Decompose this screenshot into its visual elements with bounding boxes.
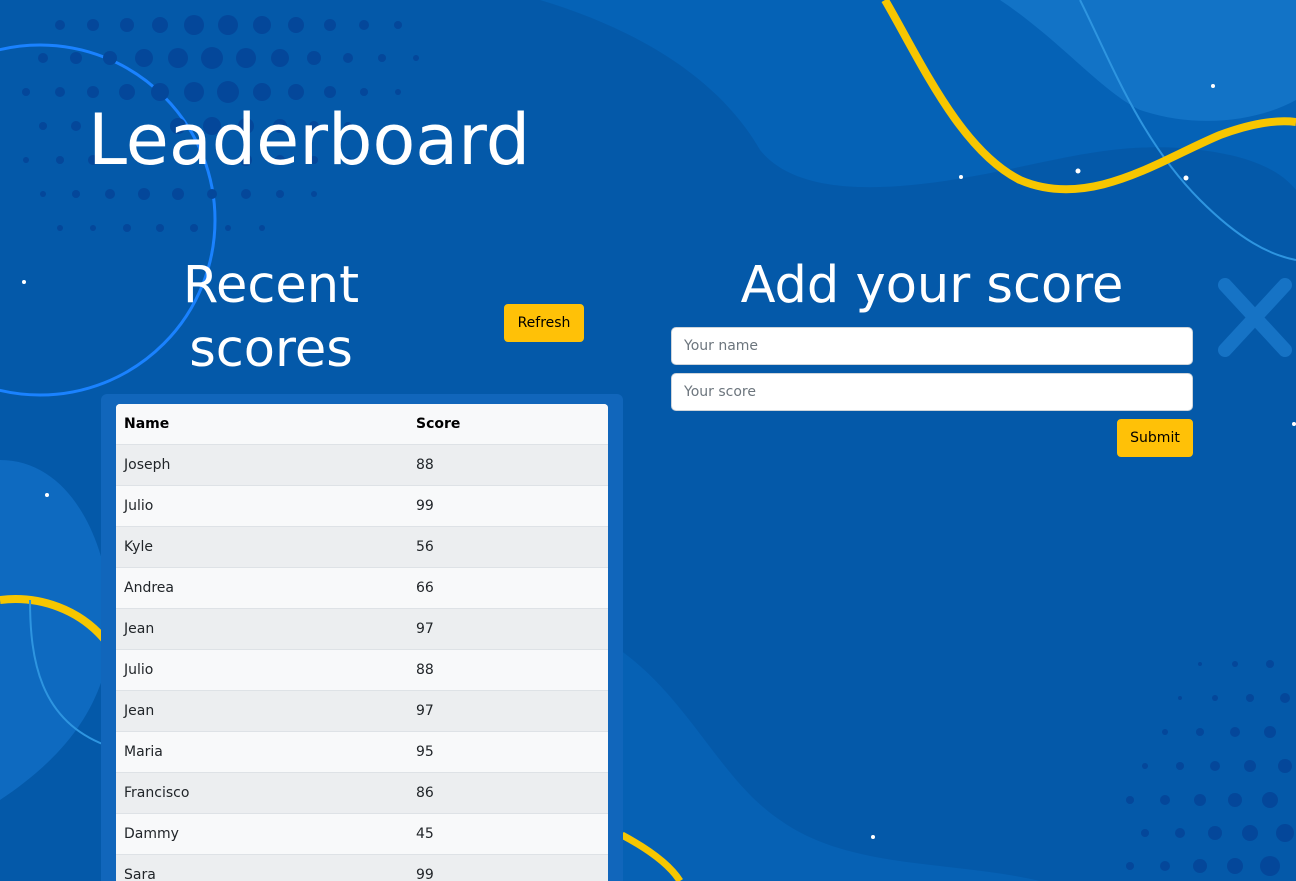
player-score-cell: 45 [408,813,608,855]
table-row: Julio 99 [116,485,608,527]
player-score-cell: 88 [408,649,608,691]
name-input[interactable] [671,327,1193,365]
table-row: Julio 88 [116,649,608,691]
table-row: Jean 97 [116,690,608,732]
column-header-score: Score [408,404,608,445]
player-name-cell: Kyle [116,526,408,568]
player-score-cell: 95 [408,731,608,773]
table-row: Joseph 88 [116,444,608,486]
player-score-cell: 99 [408,485,608,527]
column-header-name: Name [116,404,408,445]
player-score-cell: 86 [408,772,608,814]
recent-scores-heading: Recent scores [182,256,360,379]
player-score-cell: 99 [408,854,608,881]
player-name-cell: Francisco [116,772,408,814]
player-name-cell: Jean [116,690,408,732]
table-row: Maria 95 [116,731,608,773]
scores-table-wrap: Name Score Joseph 88 Julio 99 Kyle 56 Andrea 66… [116,404,608,881]
player-name-cell: Julio [116,485,408,527]
player-score-cell: 97 [408,690,608,732]
add-score-heading: Add your score [740,256,1124,315]
player-name-cell: Andrea [116,567,408,609]
player-score-cell: 66 [408,567,608,609]
table-row: Francisco 86 [116,772,608,814]
player-score-cell: 97 [408,608,608,650]
table-header-row: Name Score [116,404,608,445]
table-row: Kyle 56 [116,526,608,568]
scores-panel: Name Score Joseph 88 Julio 99 Kyle 56 Andrea 66… [101,394,623,881]
player-score-cell: 88 [408,444,608,486]
table-row: Sara 99 [116,854,608,881]
submit-button[interactable]: Submit [1117,419,1193,457]
score-input[interactable] [671,373,1193,411]
player-name-cell: Maria [116,731,408,773]
player-name-cell: Joseph [116,444,408,486]
player-score-cell: 56 [408,526,608,568]
player-name-cell: Julio [116,649,408,691]
scores-table: Name Score Joseph 88 Julio 99 Kyle 56 Andrea 66… [116,404,608,881]
refresh-button[interactable]: Refresh [504,304,584,342]
page-title: Leaderboard [88,99,531,181]
player-name-cell: Sara [116,854,408,881]
table-row: Dammy 45 [116,813,608,855]
table-row: Andrea 66 [116,567,608,609]
player-name-cell: Jean [116,608,408,650]
table-row: Jean 97 [116,608,608,650]
player-name-cell: Dammy [116,813,408,855]
scores-table-body: Joseph 88 Julio 99 Kyle 56 Andrea 66 Jean 97 Julio… [116,444,608,881]
